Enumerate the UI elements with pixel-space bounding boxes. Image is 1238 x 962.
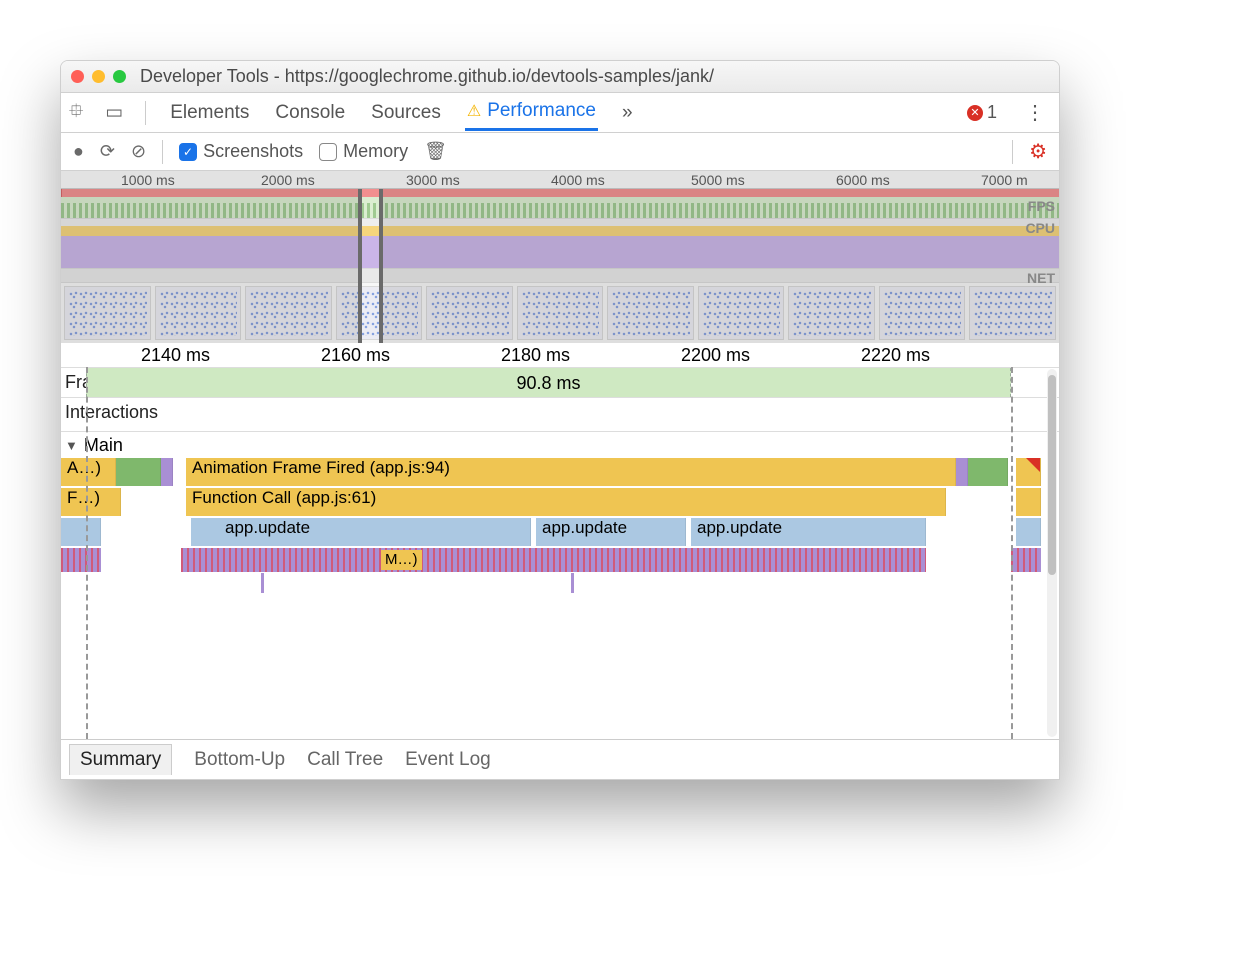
flame-bar[interactable]: app.update — [536, 518, 686, 546]
error-count: 1 — [987, 102, 997, 123]
ruler-tick: 1000 ms — [121, 172, 175, 188]
perf-toolbar: ● ⟳ ⊘ ✓ Screenshots Memory 🗑 ⚙ — [61, 133, 1059, 171]
flame-bar[interactable] — [161, 458, 173, 486]
flame-bar[interactable]: app.update — [191, 518, 531, 546]
details-tabs: Summary Bottom-Up Call Tree Event Log — [61, 739, 1059, 779]
window-title: Developer Tools - https://googlechrome.g… — [140, 66, 714, 87]
flame-bar[interactable]: F…) — [61, 488, 121, 516]
flame-bar[interactable] — [1016, 458, 1041, 486]
scrollbar-vertical[interactable] — [1047, 369, 1057, 737]
ruler-tick: 5000 ms — [691, 172, 745, 188]
separator — [145, 101, 146, 125]
flame-micro[interactable] — [1011, 548, 1041, 572]
flame-bar[interactable] — [968, 458, 1008, 486]
detail-ruler[interactable]: 2140 ms 2160 ms 2180 ms 2200 ms 2220 ms — [61, 343, 1059, 367]
flame-tiny — [261, 573, 264, 593]
flame-micro[interactable] — [181, 548, 926, 572]
flame-bar[interactable]: A…) — [61, 458, 116, 486]
tab-sources[interactable]: Sources — [369, 96, 443, 130]
screenshots-label: Screenshots — [203, 141, 303, 162]
ruler-tick: 3000 ms — [406, 172, 460, 188]
overview-dim-left — [61, 189, 358, 343]
memory-label: Memory — [343, 141, 408, 162]
flame-bar[interactable] — [1016, 518, 1041, 546]
ruler-tick: 7000 m — [981, 172, 1028, 188]
checkbox-on-icon: ✓ — [179, 143, 197, 161]
overview-ruler[interactable]: 1000 ms 2000 ms 3000 ms 4000 ms 5000 ms … — [61, 171, 1059, 189]
detail-tick: 2220 ms — [861, 345, 930, 366]
net-label: NET — [1027, 270, 1055, 286]
reload-icon[interactable]: ⟳ — [100, 141, 115, 162]
cpu-label: CPU — [1025, 220, 1055, 236]
ruler-tick: 6000 ms — [836, 172, 890, 188]
flame-bar[interactable] — [61, 518, 101, 546]
tab-performance[interactable]: Performance — [465, 94, 598, 131]
flame-bar[interactable]: M…) — [381, 550, 422, 570]
overview-dim-right — [383, 189, 1059, 343]
close-icon[interactable] — [71, 70, 84, 83]
settings-menu-icon[interactable]: ⋮ — [1019, 100, 1051, 125]
frame-duration: 90.8 ms — [516, 373, 580, 393]
detail-tick: 2160 ms — [321, 345, 390, 366]
tab-call-tree[interactable]: Call Tree — [307, 749, 383, 771]
tabs-overflow-icon[interactable]: » — [620, 96, 635, 130]
record-icon[interactable]: ● — [73, 141, 84, 162]
minimize-icon[interactable] — [92, 70, 105, 83]
tab-bottom-up[interactable]: Bottom-Up — [194, 749, 285, 771]
memory-checkbox[interactable]: Memory — [319, 141, 408, 162]
tab-summary[interactable]: Summary — [69, 744, 172, 775]
flame-bar[interactable] — [116, 458, 161, 486]
flame-bar[interactable]: app.update — [691, 518, 926, 546]
main-header[interactable]: ▼ Main — [61, 432, 1059, 458]
detail-tick: 2180 ms — [501, 345, 570, 366]
flame-bar[interactable] — [956, 458, 968, 486]
main-section: ▼ Main A…) Animation Frame Fired (app.js… — [61, 431, 1059, 628]
devtools-window: Developer Tools - https://googlechrome.g… — [60, 60, 1060, 780]
ruler-tick: 4000 ms — [551, 172, 605, 188]
detail-tick: 2140 ms — [141, 345, 210, 366]
flame-bar[interactable]: Animation Frame Fired (app.js:94) — [186, 458, 956, 486]
flame-bar[interactable]: Function Call (app.js:61) — [186, 488, 946, 516]
overview-pane[interactable]: FPS CPU NET — [61, 189, 1059, 343]
frames-section: Frames 90.8 ms — [61, 367, 1059, 397]
titlebar: Developer Tools - https://googlechrome.g… — [61, 61, 1059, 93]
device-toggle-icon[interactable]: ▭ — [105, 101, 123, 124]
ruler-tick: 2000 ms — [261, 172, 315, 188]
flame-micro[interactable] — [61, 548, 101, 572]
panel-tabs: ⯐ ▭ Elements Console Sources Performance… — [61, 93, 1059, 133]
interactions-section: Interactions — [61, 397, 1059, 431]
flame-bar[interactable] — [1016, 488, 1041, 516]
zoom-icon[interactable] — [113, 70, 126, 83]
tab-console[interactable]: Console — [273, 96, 347, 130]
tab-elements[interactable]: Elements — [168, 96, 251, 130]
flame-tiny — [571, 573, 574, 593]
capture-settings-icon[interactable]: ⚙ — [1029, 139, 1047, 164]
delete-icon[interactable]: 🗑 — [424, 141, 447, 162]
window-controls — [71, 70, 126, 83]
flamechart-pane[interactable]: 2140 ms 2160 ms 2180 ms 2200 ms 2220 ms … — [61, 343, 1059, 739]
fps-label: FPS — [1028, 198, 1055, 214]
interactions-label: Interactions — [65, 402, 158, 423]
detail-tick: 2200 ms — [681, 345, 750, 366]
frame-bar[interactable]: 90.8 ms — [86, 368, 1011, 397]
main-label: Main — [84, 435, 123, 456]
zoom-guide-left — [86, 367, 88, 739]
error-count-badge[interactable]: ✕ 1 — [967, 102, 997, 123]
inspect-icon[interactable]: ⯐ — [69, 97, 83, 129]
flame-chart: A…) Animation Frame Fired (app.js:94) F…… — [61, 458, 1059, 628]
tab-event-log[interactable]: Event Log — [405, 749, 491, 771]
screenshots-checkbox[interactable]: ✓ Screenshots — [179, 141, 303, 162]
overview-selection[interactable] — [358, 189, 383, 343]
triangle-down-icon: ▼ — [65, 438, 78, 453]
error-icon: ✕ — [967, 105, 983, 121]
zoom-guide-right — [1011, 367, 1013, 739]
checkbox-off-icon — [319, 143, 337, 161]
long-task-icon — [1026, 458, 1040, 472]
clear-icon[interactable]: ⊘ — [131, 141, 146, 162]
